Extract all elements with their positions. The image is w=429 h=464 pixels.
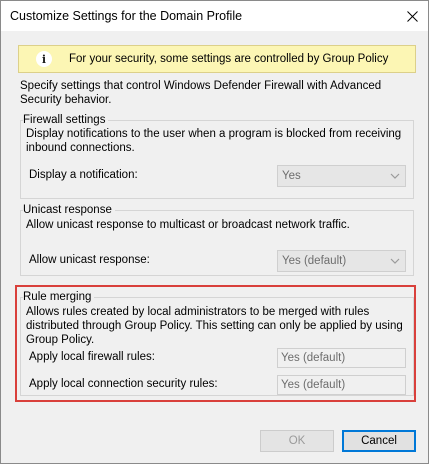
info-icon-glyph: i [41,52,47,66]
cancel-button[interactable]: Cancel [342,430,416,452]
firewall-settings-group: Firewall settings Display notifications … [20,113,414,199]
intro-text: Specify settings that control Windows De… [20,80,382,106]
display-notification-select[interactable]: Yes [277,165,406,187]
unicast-response-group: Unicast response Allow unicast response … [20,203,414,276]
customize-settings-dialog: Customize Settings for the Domain Profil… [0,0,429,464]
title-bar: Customize Settings for the Domain Profil… [1,1,428,31]
display-notification-label: Display a notification: [29,169,138,181]
allow-unicast-label: Allow unicast response: [29,254,150,266]
allow-unicast-select[interactable]: Yes (default) [277,250,406,272]
group-policy-banner: i For your security, some settings are c… [18,45,416,73]
ok-button[interactable]: OK [260,430,334,452]
chevron-down-icon [390,258,400,264]
unicast-response-description: Allow unicast response to multicast or b… [26,219,350,231]
firewall-settings-title: Firewall settings [23,113,109,127]
banner-text: For your security, some settings are con… [69,53,389,65]
allow-unicast-value: Yes (default) [282,255,347,267]
close-button[interactable] [396,1,428,31]
firewall-settings-description: Display notifications to the user when a… [26,128,402,154]
close-icon [406,10,418,22]
unicast-response-title: Unicast response [23,203,115,217]
window-title: Customize Settings for the Domain Profil… [10,9,243,23]
info-icon: i [36,51,52,67]
chevron-down-icon [390,173,400,179]
rule-merging-highlight-box [15,285,416,402]
display-notification-value: Yes [282,170,301,182]
